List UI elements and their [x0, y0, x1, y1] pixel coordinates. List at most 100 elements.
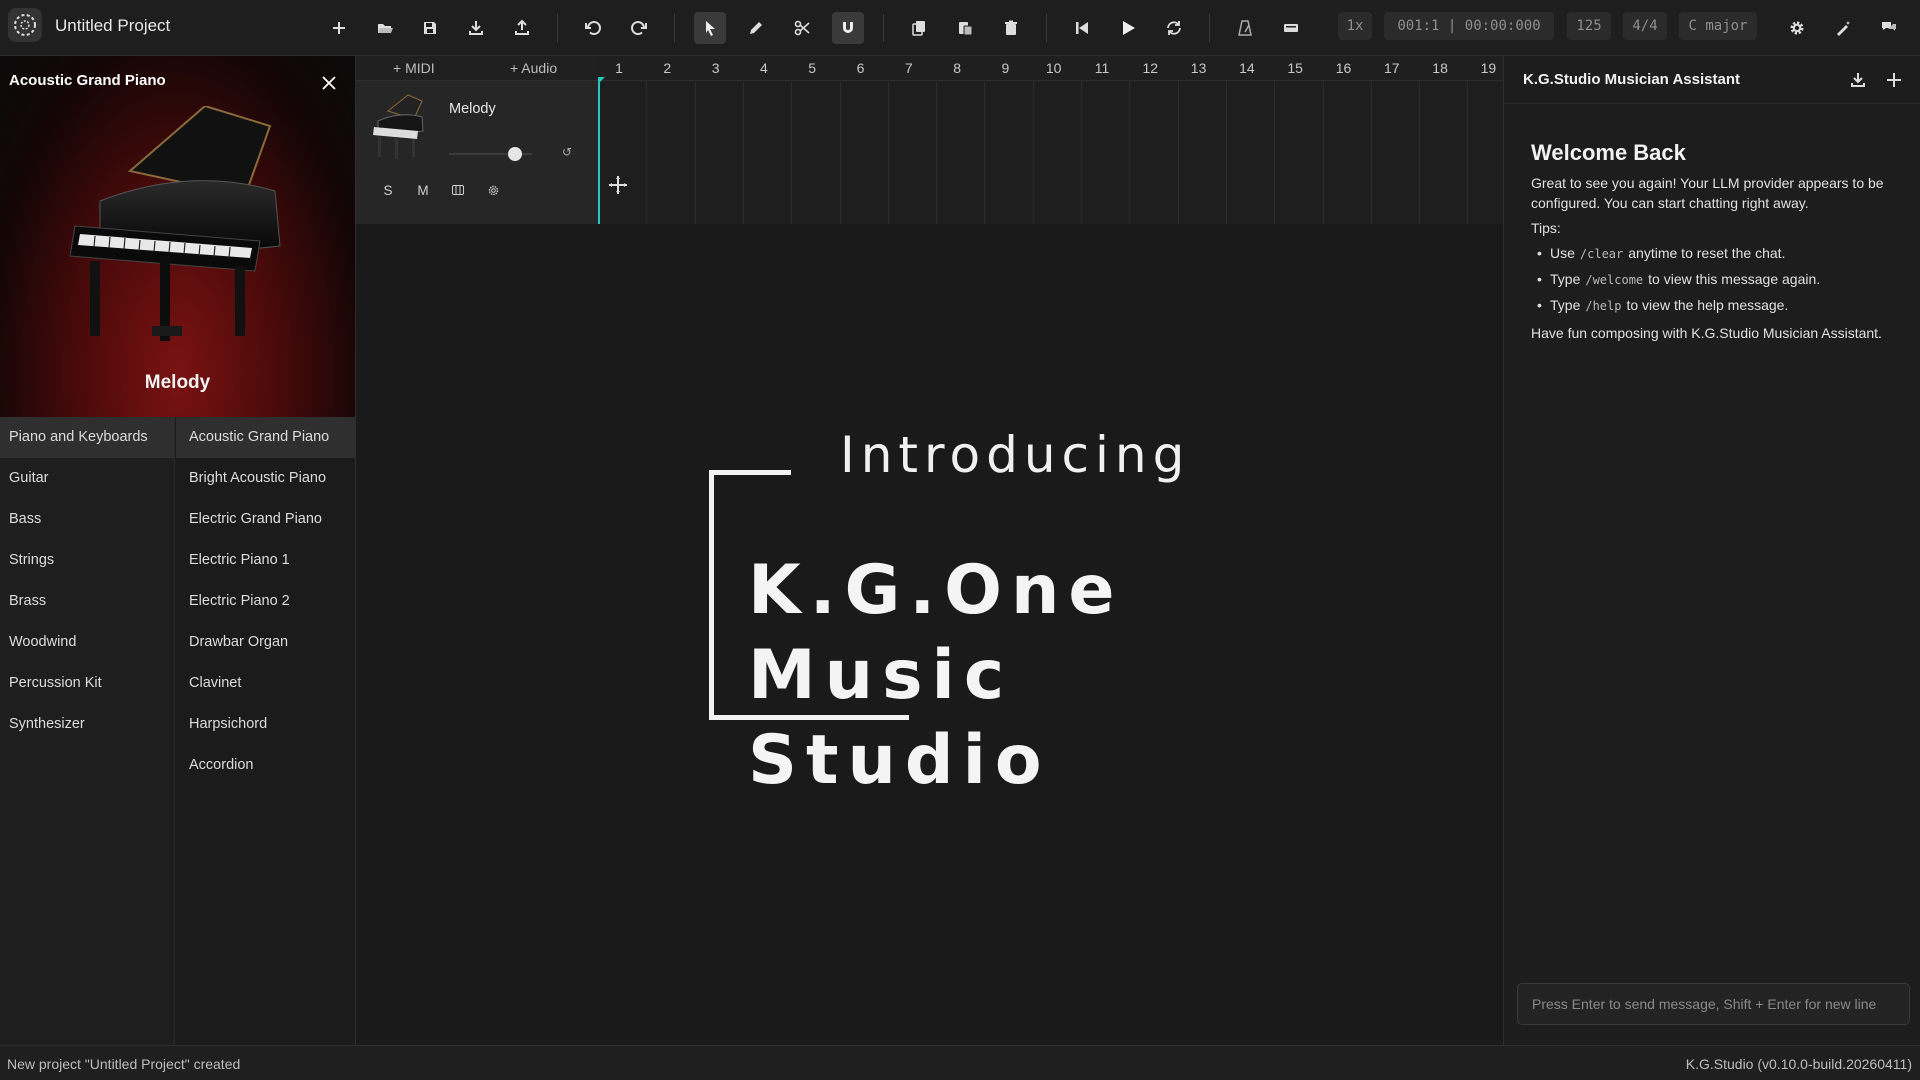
save-button[interactable]	[414, 12, 446, 44]
bar-grid-line	[1226, 81, 1227, 224]
ruler-bar-number: 3	[711, 60, 720, 76]
import-button[interactable]	[460, 12, 492, 44]
category-item[interactable]: Brass	[0, 581, 174, 622]
preset-item[interactable]: Bright Acoustic Piano	[176, 458, 355, 499]
toolbar-divider	[1046, 14, 1047, 42]
mute-button[interactable]: M	[411, 179, 435, 201]
skip-to-start-button[interactable]	[1066, 12, 1098, 44]
category-item[interactable]: Bass	[0, 499, 174, 540]
key-display[interactable]: C major	[1679, 12, 1757, 40]
category-item[interactable]: Strings	[0, 540, 174, 581]
paste-button[interactable]	[949, 12, 981, 44]
ruler-bar-number: 16	[1335, 60, 1352, 76]
keyboard-button[interactable]	[1275, 12, 1307, 44]
loop-button[interactable]	[1158, 12, 1190, 44]
new-project-button[interactable]	[323, 12, 355, 44]
add-audio-track-button[interactable]: + Audio	[510, 60, 557, 76]
category-item[interactable]: Piano and Keyboards	[0, 417, 174, 458]
toolbar-divider	[674, 14, 675, 42]
scissors-tool-button[interactable]	[786, 12, 818, 44]
preset-item[interactable]: Harpsichord	[176, 704, 355, 745]
ruler-bar-number: 1	[615, 60, 623, 76]
tip-text: Type	[1550, 297, 1581, 313]
delete-button[interactable]	[995, 12, 1027, 44]
assistant-header: K.G.Studio Musician Assistant	[1504, 56, 1920, 104]
bar-grid-line	[1081, 81, 1082, 224]
track-volume-knob[interactable]	[508, 147, 523, 161]
keyboard-icon	[1284, 24, 1298, 32]
project-title[interactable]: Untitled Project	[55, 16, 170, 36]
settings-button[interactable]	[1781, 12, 1813, 44]
export-chat-button[interactable]	[1846, 68, 1870, 92]
position-display: 001:1 | 00:00:000	[1384, 12, 1554, 40]
loop-icon	[1167, 21, 1181, 35]
closing-line: Have fun composing with K.G.Studio Music…	[1531, 325, 1882, 341]
plus-icon	[333, 22, 345, 34]
track-name[interactable]: Melody	[449, 101, 496, 117]
category-item[interactable]: Woodwind	[0, 622, 174, 663]
export-button[interactable]	[506, 12, 538, 44]
tip-text: anytime to reset the chat.	[1628, 245, 1786, 261]
new-chat-button[interactable]	[1882, 68, 1906, 92]
track-settings-button[interactable]	[481, 179, 505, 201]
bar-grid-line	[888, 81, 889, 224]
tip-command: /help	[1585, 299, 1622, 313]
timeline-ruler[interactable]: 1 2 3 4 5 6 7 8 9 10 11 12 13 14 15 16 17 18 19	[598, 56, 1503, 81]
ruler-bar-number: 17	[1384, 60, 1400, 76]
time-signature-display[interactable]: 4/4	[1623, 12, 1667, 40]
pencil-tool-button[interactable]	[740, 12, 772, 44]
open-project-button[interactable]	[369, 12, 401, 44]
scissors-icon	[794, 20, 810, 36]
bar-grid-line	[840, 81, 841, 224]
playback-rate[interactable]: 1x	[1338, 12, 1372, 40]
magic-wand-button[interactable]	[1827, 12, 1859, 44]
metronome-icon	[1238, 20, 1252, 36]
gear-icon	[488, 185, 498, 195]
splash-title-line-2: Music	[748, 636, 1014, 715]
track-lane[interactable]	[598, 77, 1503, 224]
category-item[interactable]: Synthesizer	[0, 704, 174, 745]
ruler-bar-number: 12	[1142, 60, 1159, 76]
copy-button[interactable]	[903, 12, 935, 44]
preset-item[interactable]: Electric Piano 2	[176, 581, 355, 622]
chat-toggle-button[interactable]	[1873, 12, 1905, 44]
add-midi-track-button[interactable]: + MIDI	[393, 60, 435, 76]
track-header[interactable]: Melody ↺ S M	[356, 81, 598, 224]
tip-command: /clear	[1579, 247, 1624, 261]
piano-roll-button[interactable]	[446, 179, 470, 201]
track-row: Melody ↺ S M	[356, 77, 1503, 224]
reset-volume-icon[interactable]: ↺	[562, 145, 572, 159]
splash-intro-text: Introducing	[840, 426, 1191, 484]
select-tool-button[interactable]	[694, 12, 726, 44]
tempo-display[interactable]: 125	[1567, 12, 1611, 40]
preset-item[interactable]: Electric Piano 1	[176, 540, 355, 581]
redo-button[interactable]	[623, 12, 655, 44]
preset-item[interactable]: Electric Grand Piano	[176, 499, 355, 540]
preset-item[interactable]: Accordion	[176, 745, 355, 786]
instrument-panel: Acoustic Grand Piano Melody Piano and Ke…	[0, 56, 356, 1045]
snap-toggle-button[interactable]	[832, 12, 864, 44]
bar-grid-line	[646, 81, 647, 224]
instrument-name: Acoustic Grand Piano	[9, 72, 166, 89]
playhead[interactable]	[598, 81, 600, 224]
tips-list: Use/clearanytime to reset the chat.Type/…	[1531, 243, 1906, 316]
preset-item[interactable]: Drawbar Organ	[176, 622, 355, 663]
ruler-bar-number: 5	[808, 60, 817, 76]
play-button[interactable]	[1112, 12, 1144, 44]
ruler-bar-number: 14	[1239, 60, 1255, 76]
playhead-marker[interactable]	[598, 77, 605, 84]
category-item[interactable]: Percussion Kit	[0, 663, 174, 704]
preset-item[interactable]: Acoustic Grand Piano	[176, 417, 355, 458]
app-logo-icon[interactable]	[8, 8, 42, 42]
metronome-button[interactable]	[1229, 12, 1261, 44]
chat-input[interactable]	[1517, 983, 1910, 1025]
close-instrument-panel-button[interactable]	[316, 70, 342, 96]
solo-button[interactable]: S	[376, 179, 400, 201]
category-item[interactable]: Guitar	[0, 458, 174, 499]
assistant-title: K.G.Studio Musician Assistant	[1523, 71, 1740, 88]
pencil-icon	[750, 22, 762, 34]
undo-button[interactable]	[577, 12, 609, 44]
top-toolbar: Untitled Project 1x 001:1 | 00:00:000 12…	[0, 0, 1920, 56]
preset-item[interactable]: Clavinet	[176, 663, 355, 704]
ruler-bar-number: 2	[663, 60, 672, 76]
